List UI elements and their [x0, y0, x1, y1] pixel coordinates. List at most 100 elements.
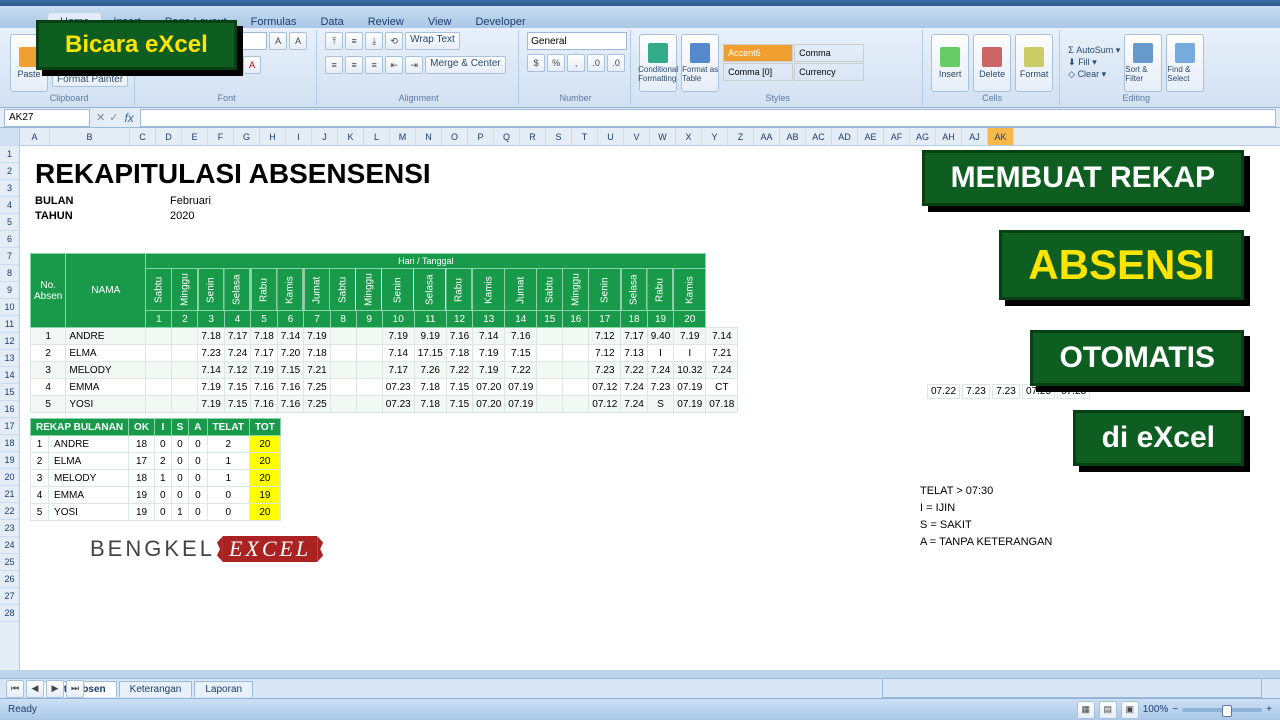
sheet-area: 1234567891011121314151617181920212223242…: [0, 128, 1280, 670]
grid[interactable]: ABCDEFGHIJKLMNOPQRSTUVWXYZAAABACADAEAFAG…: [20, 128, 1280, 670]
delete-icon: [982, 47, 1002, 67]
fx-icon[interactable]: fx: [124, 111, 133, 125]
align-bottom-button[interactable]: ⤓: [365, 32, 383, 50]
delete-cells-button[interactable]: Delete: [973, 34, 1011, 92]
align-right-button[interactable]: ≡: [365, 56, 383, 74]
row-header[interactable]: 12: [0, 333, 19, 350]
zoom-in-button[interactable]: +: [1266, 704, 1272, 715]
row-header[interactable]: 26: [0, 571, 19, 588]
align-middle-button[interactable]: ≡: [345, 32, 363, 50]
branding-badge: EXCEL: [223, 536, 317, 562]
grow-font-button[interactable]: A: [269, 32, 287, 50]
tab-last-button[interactable]: ⏭: [66, 680, 84, 698]
font-size-input[interactable]: [235, 32, 267, 50]
percent-button[interactable]: %: [547, 54, 565, 72]
ribbon-tab-data[interactable]: Data: [308, 13, 355, 28]
row-header[interactable]: 11: [0, 316, 19, 333]
align-top-button[interactable]: ⤒: [325, 32, 343, 50]
row-header[interactable]: 2: [0, 163, 19, 180]
indent-inc-button[interactable]: ⇥: [405, 56, 423, 74]
format-icon: [1024, 47, 1044, 67]
row-header[interactable]: 4: [0, 197, 19, 214]
font-color-button[interactable]: A: [243, 56, 261, 74]
row-header[interactable]: 22: [0, 503, 19, 520]
format-as-table-button[interactable]: Format as Table: [681, 34, 719, 92]
wrap-text-button[interactable]: Wrap Text: [405, 32, 460, 50]
name-box[interactable]: [4, 109, 90, 127]
view-normal-button[interactable]: ▦: [1077, 701, 1095, 719]
row-header[interactable]: 24: [0, 537, 19, 554]
status-text: Ready: [8, 704, 37, 715]
tab-first-button[interactable]: ⏮: [6, 680, 24, 698]
tab-prev-button[interactable]: ◀: [26, 680, 44, 698]
rekap-table: REKAP BULANANOKISATELATTOT1ANDRE18000220…: [30, 418, 281, 521]
row-header[interactable]: 16: [0, 401, 19, 418]
sheet-tab[interactable]: Keterangan: [119, 681, 193, 697]
zoom-out-button[interactable]: −: [1172, 704, 1178, 715]
row-header[interactable]: 3: [0, 180, 19, 197]
row-header[interactable]: 13: [0, 350, 19, 367]
row-header[interactable]: 5: [0, 214, 19, 231]
ribbon-tab-developer[interactable]: Developer: [463, 13, 537, 28]
row-header[interactable]: 23: [0, 520, 19, 537]
row-header[interactable]: 18: [0, 435, 19, 452]
indent-dec-button[interactable]: ⇤: [385, 56, 403, 74]
zoom-slider[interactable]: [1182, 708, 1262, 712]
row-header[interactable]: 25: [0, 554, 19, 571]
find-icon: [1175, 43, 1195, 63]
dec-inc-button[interactable]: .0: [587, 54, 605, 72]
shrink-font-button[interactable]: A: [289, 32, 307, 50]
row-header[interactable]: 27: [0, 588, 19, 605]
enter-icon[interactable]: ✓: [109, 111, 118, 124]
row-header[interactable]: 28: [0, 605, 19, 622]
ribbon-tab-review[interactable]: Review: [356, 13, 416, 28]
fill-button[interactable]: ⬇ Fill ▾: [1068, 57, 1120, 68]
autosum-button[interactable]: Σ AutoSum ▾: [1068, 45, 1120, 56]
currency-button[interactable]: $: [527, 54, 545, 72]
find-select-button[interactable]: Find & Select: [1166, 34, 1204, 92]
ribbon-tab-view[interactable]: View: [416, 13, 464, 28]
number-format-input[interactable]: [527, 32, 627, 50]
row-header[interactable]: 19: [0, 452, 19, 469]
group-label: Alignment: [325, 93, 512, 103]
row-header[interactable]: 21: [0, 486, 19, 503]
row-header[interactable]: 20: [0, 469, 19, 486]
formula-bar[interactable]: [140, 109, 1276, 127]
ribbon-tab-formulas[interactable]: Formulas: [239, 13, 309, 28]
cancel-icon[interactable]: ✕: [96, 111, 105, 124]
format-painter-button[interactable]: Format Painter: [52, 72, 128, 87]
align-center-button[interactable]: ≡: [345, 56, 363, 74]
conditional-formatting-button[interactable]: Conditional Formatting: [639, 34, 677, 92]
align-left-button[interactable]: ≡: [325, 56, 343, 74]
select-all-button[interactable]: [0, 128, 19, 146]
style-comma[interactable]: Comma: [794, 44, 864, 62]
row-header[interactable]: 14: [0, 367, 19, 384]
row-header[interactable]: 1: [0, 146, 19, 163]
dec-dec-button[interactable]: .0: [607, 54, 625, 72]
sheet-tab[interactable]: Laporan: [194, 681, 253, 697]
row-header[interactable]: 8: [0, 265, 19, 282]
row-header[interactable]: 6: [0, 231, 19, 248]
style-currency[interactable]: Currency: [794, 63, 864, 81]
merge-button[interactable]: Merge & Center: [425, 56, 506, 74]
comma-button[interactable]: ,: [567, 54, 585, 72]
sort-filter-button[interactable]: Sort & Filter: [1124, 34, 1162, 92]
view-layout-button[interactable]: ▤: [1099, 701, 1117, 719]
clear-button[interactable]: ◇ Clear ▾: [1068, 69, 1120, 80]
tab-next-button[interactable]: ▶: [46, 680, 64, 698]
row-header[interactable]: 9: [0, 282, 19, 299]
row-header[interactable]: 10: [0, 299, 19, 316]
horizontal-scrollbar[interactable]: [882, 678, 1262, 698]
branding: BENGKEL EXCEL: [90, 536, 317, 562]
cells[interactable]: REKAPITULASI ABSENSENSI BULAN Februari T…: [20, 128, 1280, 670]
style-comma0[interactable]: Comma [0]: [723, 63, 793, 81]
style-accent[interactable]: Accent6: [723, 44, 793, 62]
row-header[interactable]: 7: [0, 248, 19, 265]
overlay-line1: MEMBUAT REKAP: [922, 150, 1244, 206]
insert-cells-button[interactable]: Insert: [931, 34, 969, 92]
orientation-button[interactable]: ⟲: [385, 32, 403, 50]
row-header[interactable]: 15: [0, 384, 19, 401]
view-break-button[interactable]: ▣: [1121, 701, 1139, 719]
row-header[interactable]: 17: [0, 418, 19, 435]
format-cells-button[interactable]: Format: [1015, 34, 1053, 92]
